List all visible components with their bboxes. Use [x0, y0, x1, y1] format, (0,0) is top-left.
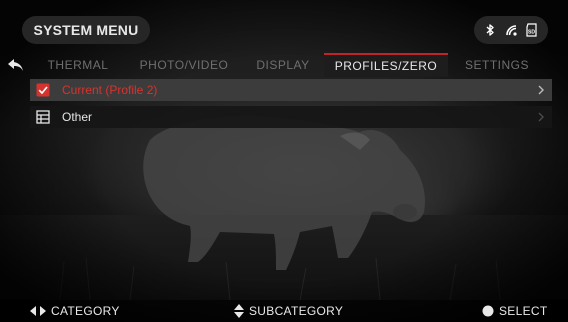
hint-select: SELECT [482, 304, 547, 318]
wifi-icon [506, 25, 517, 36]
bluetooth-icon [486, 24, 495, 36]
page-title: SYSTEM MENU [22, 16, 150, 44]
status-bar: SD [474, 16, 548, 44]
up-down-arrows-icon [234, 304, 244, 318]
list-item-label: Other [62, 110, 93, 124]
tab-photo-video[interactable]: PHOTO/VIDEO [126, 53, 242, 77]
hint-subcategory: SUBCATEGORY [234, 304, 343, 318]
tab-display[interactable]: DISPLAY [242, 53, 324, 77]
hint-category: CATEGORY [30, 304, 120, 318]
hint-subcategory-label: SUBCATEGORY [249, 304, 344, 318]
list-item-current-profile[interactable]: Current (Profile 2) [30, 79, 552, 101]
table-list-icon [36, 110, 50, 124]
chevron-right-icon [538, 112, 544, 122]
left-right-arrows-icon [30, 306, 46, 316]
chevron-right-icon [538, 85, 544, 95]
tab-settings[interactable]: SETTINGS [448, 53, 546, 77]
sd-card-icon: SD [526, 23, 537, 37]
vignette-overlay [0, 0, 568, 322]
checkbox-checked-icon [36, 83, 50, 97]
list-item-label: Current (Profile 2) [62, 83, 158, 97]
tab-profiles-zero[interactable]: PROFILES/ZERO [324, 53, 448, 77]
category-tabs: THERMAL PHOTO/VIDEO DISPLAY PROFILES/ZER… [30, 53, 558, 77]
list-item-other[interactable]: Other [30, 106, 552, 128]
sd-label: SD [528, 30, 535, 36]
control-hints-bar: CATEGORY SUBCATEGORY SELECT [0, 300, 568, 322]
hint-select-label: SELECT [499, 304, 548, 318]
select-circle-icon [482, 305, 494, 317]
tab-thermal[interactable]: THERMAL [30, 53, 126, 77]
thermal-screen: SYSTEM MENU SD THERMAL PHOTO/VIDEO DISPL… [0, 0, 568, 322]
hint-category-label: CATEGORY [51, 304, 120, 318]
back-arrow-icon[interactable] [6, 56, 26, 74]
